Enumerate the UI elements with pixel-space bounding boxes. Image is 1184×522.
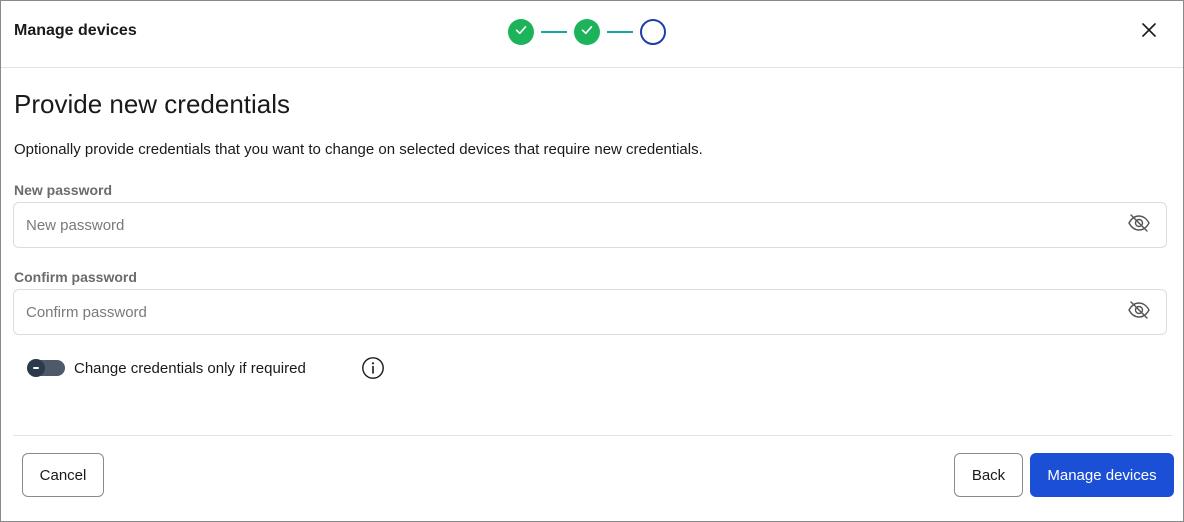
footer-divider — [13, 435, 1172, 436]
toggle-new-password-visibility-button[interactable] — [1126, 213, 1152, 238]
cancel-button[interactable]: Cancel — [22, 453, 104, 497]
page-description: Optionally provide credentials that you … — [14, 141, 703, 158]
toggle-confirm-password-visibility-button[interactable] — [1126, 300, 1152, 325]
manage-devices-dialog: Manage devices Provide new credentials O — [0, 0, 1184, 522]
change-credentials-toggle-row: Change credentials only if required — [27, 356, 306, 380]
step-3-current — [640, 19, 666, 45]
dialog-title: Manage devices — [14, 22, 137, 39]
new-password-field-wrapper — [13, 202, 1167, 248]
check-icon — [514, 23, 528, 42]
change-credentials-toggle-label: Change credentials only if required — [74, 359, 306, 377]
eye-off-icon — [1127, 300, 1151, 325]
info-button[interactable] — [361, 356, 385, 380]
eye-off-icon — [1127, 213, 1151, 238]
confirm-password-label: Confirm password — [14, 269, 137, 285]
change-credentials-toggle[interactable] — [27, 359, 65, 377]
toggle-knob — [27, 359, 45, 377]
step-2-completed — [574, 19, 600, 45]
page-heading: Provide new credentials — [14, 89, 291, 119]
manage-devices-button[interactable]: Manage devices — [1030, 453, 1174, 497]
step-1-completed — [508, 19, 534, 45]
back-button[interactable]: Back — [954, 453, 1023, 497]
dialog-header: Manage devices — [1, 1, 1183, 68]
close-button[interactable] — [1137, 20, 1161, 44]
progress-stepper — [508, 18, 666, 46]
info-icon — [361, 357, 385, 384]
new-password-label: New password — [14, 182, 113, 198]
new-password-input[interactable] — [14, 203, 1166, 247]
close-icon — [1141, 22, 1157, 43]
check-icon — [580, 23, 594, 42]
step-connector — [541, 31, 567, 33]
confirm-password-field-wrapper — [13, 289, 1167, 335]
step-connector — [607, 31, 633, 33]
confirm-password-input[interactable] — [14, 290, 1166, 334]
